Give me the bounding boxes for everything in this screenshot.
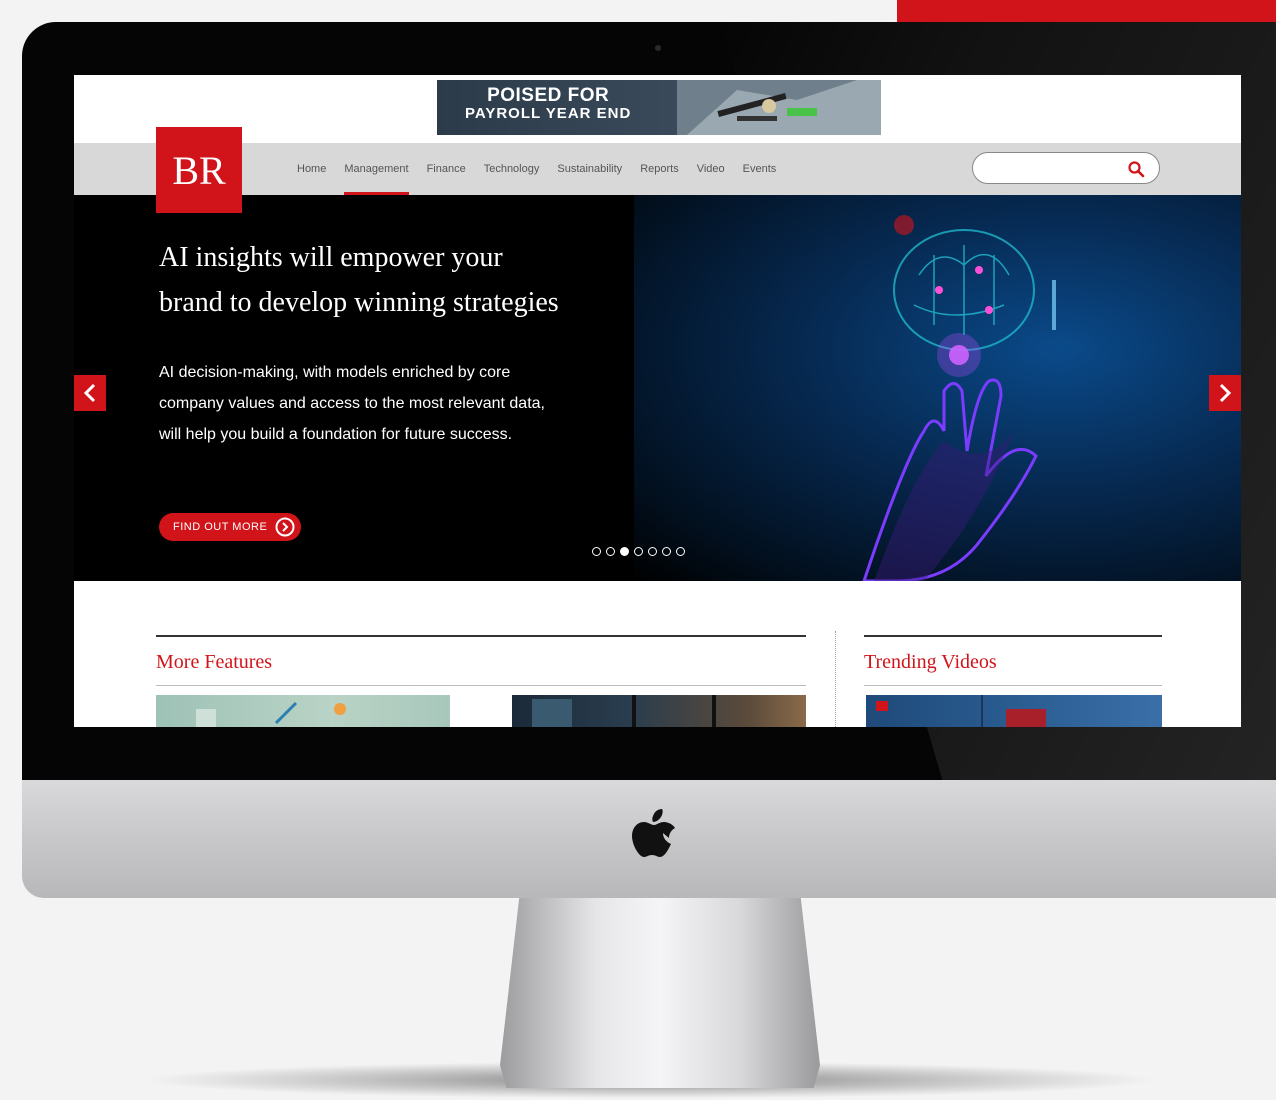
video-thumbnail-image [876, 695, 1046, 727]
chevron-left-icon [83, 383, 96, 403]
feature-thumbnail[interactable] [156, 695, 450, 727]
corner-accent [897, 0, 1276, 22]
section-divider [864, 685, 1162, 686]
find-out-more-label: FIND OUT MORE [173, 521, 268, 533]
hero-image [634, 195, 1241, 581]
feature-thumbnail-image [196, 701, 346, 727]
ad-banner[interactable]: POISED FOR PAYROLL YEAR END [437, 80, 881, 135]
more-features-title: More Features [156, 651, 273, 673]
nav-menu: Home Management Finance Technology Susta… [288, 143, 785, 195]
search-icon[interactable] [1127, 160, 1145, 178]
search-input[interactable] [972, 152, 1160, 184]
carousel-dot[interactable] [592, 547, 601, 556]
camera-icon [655, 45, 661, 51]
section-divider [156, 685, 806, 686]
carousel-dot[interactable] [606, 547, 615, 556]
apple-logo-icon [632, 809, 675, 857]
carousel-dot[interactable] [648, 547, 657, 556]
feature-thumbnail-image [532, 695, 716, 727]
hero-description: AI decision-making, with models enriched… [159, 364, 545, 443]
feature-thumbnail[interactable] [512, 695, 806, 727]
nav-item-events[interactable]: Events [734, 143, 786, 195]
video-thumbnail[interactable] [866, 695, 1162, 727]
nav-item-video[interactable]: Video [688, 143, 734, 195]
nav-item-technology[interactable]: Technology [475, 143, 549, 195]
monitor-stand [500, 898, 820, 1088]
hero-title-line2: brand to develop winning strategies [159, 287, 559, 318]
column-divider [835, 631, 836, 727]
hero-carousel: AI insights will empower your brand to d… [74, 195, 1241, 581]
carousel-prev-button[interactable] [74, 375, 106, 411]
trending-videos-title: Trending Videos [864, 651, 997, 673]
ad-text: POISED FOR PAYROLL YEAR END [465, 85, 632, 123]
hero-title: AI insights will empower your brand to d… [159, 235, 629, 325]
find-out-more-button[interactable]: FIND OUT MORE [159, 513, 302, 541]
ai-brain-hand-illustration [862, 215, 1056, 581]
carousel-dot[interactable] [662, 547, 671, 556]
nav-item-home[interactable]: Home [288, 143, 335, 195]
ad-line2: PAYROLL YEAR END [465, 105, 632, 122]
hero-title-line1: AI insights will empower your [159, 242, 503, 273]
brand-logo-text: BR [172, 147, 226, 193]
nav-item-sustainability[interactable]: Sustainability [548, 143, 631, 195]
nav-item-management[interactable]: Management [335, 143, 417, 195]
carousel-next-button[interactable] [1209, 375, 1241, 411]
carousel-dot[interactable] [676, 547, 685, 556]
nav-item-reports[interactable]: Reports [631, 143, 688, 195]
more-features-section: More Features [156, 635, 806, 687]
website-screen: POISED FOR PAYROLL YEAR END BR Home Mana… [74, 75, 1241, 727]
trending-videos-section: Trending Videos [864, 635, 1162, 687]
nav-item-finance[interactable]: Finance [418, 143, 475, 195]
chevron-right-icon [1219, 383, 1232, 403]
carousel-dot[interactable] [620, 547, 629, 556]
ad-line1: POISED FOR [487, 85, 610, 106]
ad-illustration [677, 80, 881, 135]
chevron-circle-right-icon [275, 517, 295, 537]
brand-logo[interactable]: BR [156, 127, 242, 213]
carousel-dot[interactable] [634, 547, 643, 556]
carousel-dots [592, 547, 685, 556]
